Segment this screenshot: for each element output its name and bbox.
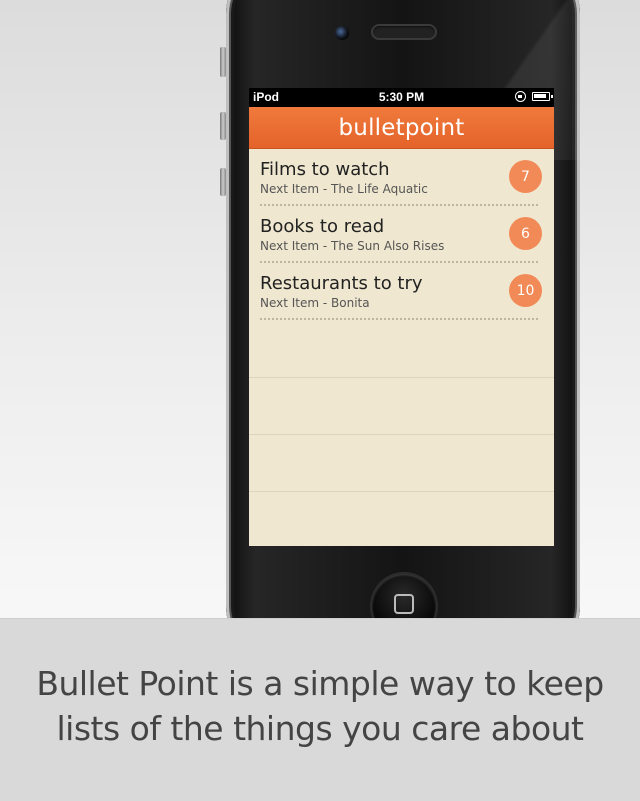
- earpiece-speaker: [371, 24, 437, 40]
- list-item-books[interactable]: Books to read Next Item - The Sun Also R…: [260, 206, 542, 263]
- empty-row-line: [249, 377, 554, 378]
- empty-row-line: [249, 491, 554, 492]
- caption-line-2: lists of the things you care about: [56, 709, 584, 748]
- caption-text: Bullet Point is a simple way to keep lis…: [0, 661, 640, 751]
- app-title: bulletpoint: [338, 114, 465, 141]
- volume-up-button: [220, 112, 226, 140]
- battery-icon: [532, 92, 553, 101]
- app-screen: iPod 5:30 PM bulletpoint Films to watch …: [249, 88, 554, 546]
- orientation-lock-icon: [515, 91, 526, 102]
- front-camera-icon: [335, 26, 349, 40]
- status-time: 5:30 PM: [378, 90, 425, 104]
- caption-panel: Bullet Point is a simple way to keep lis…: [0, 618, 640, 801]
- list-item-subtitle: Next Item - Bonita: [260, 296, 370, 310]
- volume-down-button: [220, 168, 226, 196]
- list-item-subtitle: Next Item - The Life Aquatic: [260, 182, 428, 196]
- navigation-bar: bulletpoint: [249, 107, 554, 149]
- count-badge: 7: [509, 160, 542, 193]
- caption-line-1: Bullet Point is a simple way to keep: [36, 664, 604, 703]
- list-item-films[interactable]: Films to watch Next Item - The Life Aqua…: [260, 149, 542, 206]
- list-item-subtitle: Next Item - The Sun Also Rises: [260, 239, 445, 253]
- list-item-title: Films to watch: [260, 159, 390, 180]
- home-square-icon: [394, 594, 414, 614]
- mute-switch: [220, 47, 226, 77]
- lists-table: Films to watch Next Item - The Life Aqua…: [249, 149, 554, 492]
- list-item-title: Restaurants to try: [260, 273, 423, 294]
- count-badge: 6: [509, 217, 542, 250]
- list-item-restaurants[interactable]: Restaurants to try Next Item - Bonita 10: [260, 263, 542, 320]
- list-item-title: Books to read: [260, 216, 385, 237]
- status-bar: iPod 5:30 PM: [249, 88, 554, 107]
- status-icons: [515, 91, 553, 102]
- empty-row-line: [249, 434, 554, 435]
- count-badge: 10: [509, 274, 542, 307]
